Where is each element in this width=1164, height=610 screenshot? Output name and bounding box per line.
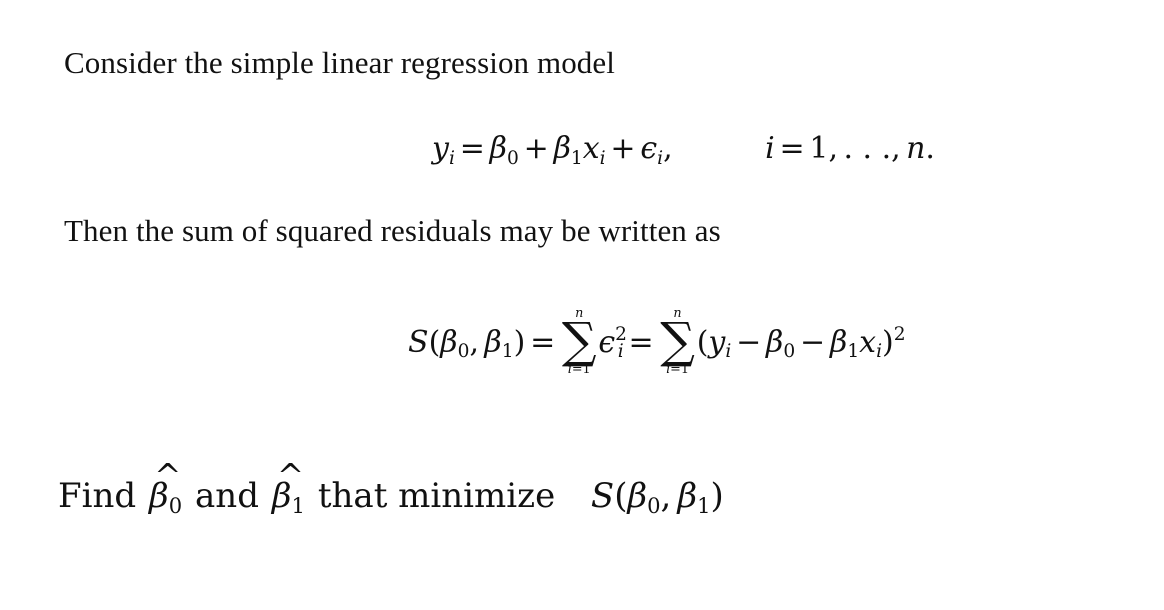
line3-rparen: ) bbox=[710, 476, 724, 516]
sigma-icon-2: ∑ bbox=[660, 313, 695, 370]
equation1-beta0: β0 bbox=[489, 131, 519, 169]
equation2-beta1-b: β1 bbox=[829, 324, 860, 363]
line3-beta0: β0 bbox=[627, 476, 661, 519]
summation-operator-1: n ∑ i=1 bbox=[561, 307, 597, 377]
beta-hat-1: ^ β1 bbox=[271, 456, 305, 519]
model-equation: yi = β0 + β1xi + ϵi, i = 1,. . ., n. bbox=[432, 131, 935, 169]
task-sentence: Find ^ β0 and ^ β1 that minimize S(β0, β1) bbox=[58, 456, 724, 519]
hat-accent-icon: ^ bbox=[154, 456, 182, 495]
equation2-rparen-1: ) bbox=[513, 324, 526, 360]
equation1-y: yi bbox=[432, 131, 455, 169]
equation2-y: yi bbox=[708, 324, 732, 363]
equation2-comma-1: , bbox=[469, 324, 480, 360]
equation1-index-equals: = bbox=[779, 131, 805, 166]
document-page: Consider the simple linear regression mo… bbox=[0, 0, 1164, 610]
that-minimize-label: that minimize bbox=[317, 476, 556, 516]
equation2-x: xi bbox=[859, 324, 883, 363]
ssr-sentence: Then the sum of squared residuals may be… bbox=[64, 213, 721, 248]
equation2-lparen-1: ( bbox=[428, 324, 441, 360]
equation1-index-comma-2: , bbox=[891, 131, 901, 166]
equation2-epsilon-squared: ϵ2i bbox=[598, 324, 627, 363]
equation1-equals: = bbox=[459, 131, 485, 166]
equation1-index-end: n bbox=[906, 131, 926, 166]
equation2-beta0: β0 bbox=[440, 324, 470, 363]
equation1-index-start: 1 bbox=[809, 131, 829, 166]
equation2-minus-1: − bbox=[736, 324, 762, 360]
beta-hat-0: ^ β0 bbox=[149, 456, 183, 519]
intro-sentence: Consider the simple linear regression mo… bbox=[64, 45, 615, 80]
equation1-x: xi bbox=[582, 131, 606, 169]
and-label: and bbox=[195, 476, 259, 516]
equation1-comma: , bbox=[663, 131, 673, 166]
equation1-index-var: i bbox=[765, 131, 775, 166]
equation2-S: S bbox=[408, 324, 429, 360]
equation2-equals-2: = bbox=[628, 324, 654, 360]
hat-accent-icon-2: ^ bbox=[277, 456, 305, 495]
equation1-plus-1: + bbox=[523, 131, 549, 166]
line3-beta1: β1 bbox=[677, 476, 711, 519]
summation-operator-2: n ∑ i=1 bbox=[660, 307, 695, 377]
equation2-equals-1: = bbox=[530, 324, 556, 360]
equation1-period: . bbox=[925, 131, 935, 166]
line3-S: S bbox=[590, 476, 615, 516]
line3-lparen: ( bbox=[614, 476, 628, 516]
find-label: Find bbox=[58, 476, 137, 516]
equation1-plus-2: + bbox=[610, 131, 636, 166]
ssr-equation: S(β0, β1) = n ∑ i=1 ϵ2i = n ∑ i=1 (yi − β0− β1… bbox=[408, 307, 906, 377]
equation2-minus-2: − bbox=[800, 324, 826, 360]
equation2-beta1: β1 bbox=[484, 324, 514, 363]
equation1-epsilon: ϵi bbox=[640, 131, 664, 169]
equation1-index-comma-1: , bbox=[828, 131, 839, 166]
line3-comma: , bbox=[660, 476, 672, 516]
equation2-rparen-2: )2 bbox=[882, 324, 906, 360]
sigma-icon: ∑ bbox=[561, 313, 597, 370]
equation1-index-dots: . . . bbox=[843, 131, 892, 166]
equation2-beta0-b: β0 bbox=[766, 324, 796, 363]
equation2-lparen-2: ( bbox=[696, 324, 709, 360]
equation1-beta1: β1 bbox=[553, 131, 583, 169]
